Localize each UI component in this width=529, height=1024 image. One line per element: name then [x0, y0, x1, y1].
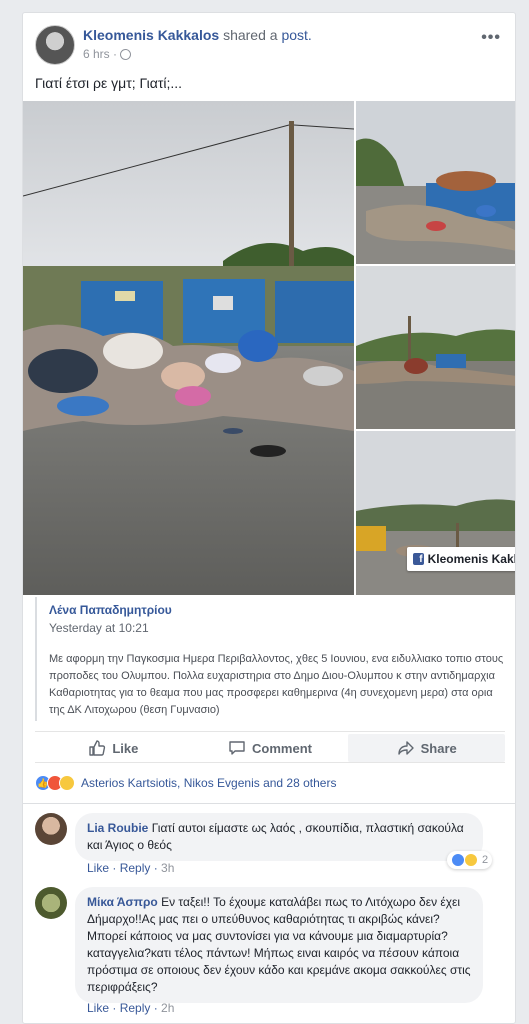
reactions-summary[interactable]: 👍 Asterios Kartsiotis, Nikos Evgenis and… — [35, 775, 336, 791]
comment-links: Like · Reply · 3h — [87, 861, 175, 875]
post-text: Γιατί έτσι ρε γμτ; Γιατί;... — [35, 75, 183, 91]
comment-label: Comment — [252, 740, 312, 756]
post-headline: Kleomenis Kakkalos shared a post. — [83, 27, 312, 43]
comment-reply-link[interactable]: Reply — [120, 1001, 151, 1015]
post-actions: Like Comment Share — [35, 731, 506, 763]
comment-time[interactable]: 2h — [161, 1001, 174, 1015]
main-photo[interactable] — [23, 101, 354, 595]
like-label: Like — [112, 740, 139, 756]
comment-reply-link[interactable]: Reply — [120, 861, 151, 875]
photo-2[interactable] — [356, 101, 515, 264]
share-label: Share — [420, 740, 457, 756]
more-options-icon[interactable]: ••• — [481, 29, 501, 47]
post-time[interactable]: 6 hrs · — [83, 47, 117, 61]
shared-post-time[interactable]: Yesterday at 10:21 — [49, 621, 149, 635]
author-name[interactable]: Kleomenis Kakkalos — [83, 27, 219, 43]
share-button[interactable]: Share — [348, 734, 506, 762]
comment-reaction-count: 2 — [482, 854, 489, 866]
divider — [23, 803, 515, 804]
post-card: Kleomenis Kakkalos shared a post. 6 hrs … — [22, 12, 516, 1024]
comment-links: Like · Reply · 2h — [87, 1001, 175, 1015]
comment-button[interactable]: Comment — [192, 734, 349, 762]
comment: Lia Roubie Γιατί αυτοι είμαστε ως λαός ,… — [35, 813, 505, 877]
like-reaction-icon — [451, 853, 465, 867]
photo-tag[interactable]: f Kleomenis Kakka — [407, 547, 515, 571]
facebook-icon: f — [413, 553, 424, 565]
post-header: Kleomenis Kakkalos shared a post. 6 hrs … — [35, 23, 505, 67]
reaction-icons: 👍 — [35, 775, 75, 791]
commenter-name[interactable]: Lia Roubie — [87, 821, 148, 835]
shared-post: Λένα Παπαδημητρίου Yesterday at 10:21 Με… — [35, 597, 505, 721]
comment-like-link[interactable]: Like — [87, 861, 109, 875]
commenter-avatar[interactable] — [35, 887, 67, 919]
commenter-avatar[interactable] — [35, 813, 67, 845]
author-avatar[interactable] — [35, 25, 75, 65]
comment-bubble: Μίκα Άσπρο Εν ταξει!! Το έχουμε καταλάβε… — [75, 887, 483, 1003]
globe-icon[interactable] — [120, 48, 132, 60]
sad-reaction-icon — [59, 775, 75, 791]
comment: Μίκα Άσπρο Εν ταξει!! Το έχουμε καταλάβε… — [35, 887, 505, 1017]
thumbs-up-icon — [89, 740, 106, 756]
comment-time[interactable]: 3h — [161, 861, 174, 875]
share-arrow-icon — [397, 741, 414, 755]
photo-3[interactable] — [356, 266, 515, 429]
commenter-name[interactable]: Μίκα Άσπρο — [87, 895, 158, 909]
shared-post-link[interactable]: post. — [281, 27, 311, 43]
comment-reactions[interactable]: 2 — [447, 851, 493, 869]
reactions-names[interactable]: Asterios Kartsiotis, Nikos Evgenis and 2… — [81, 776, 336, 790]
shared-author-name[interactable]: Λένα Παπαδημητρίου — [49, 603, 172, 617]
post-action-text: shared a — [223, 27, 278, 43]
comment-like-link[interactable]: Like — [87, 1001, 109, 1015]
shared-post-text: Με αφορμη την Παγκοσμια Ημερα Περιβαλλον… — [49, 653, 504, 716]
like-button[interactable]: Like — [35, 734, 192, 762]
comment-text: Εν ταξει!! Το έχουμε καταλάβει πως το Λι… — [87, 895, 471, 994]
comment-bubble-icon — [229, 741, 245, 755]
comment-bubble: Lia Roubie Γιατί αυτοι είμαστε ως λαός ,… — [75, 813, 483, 861]
sad-reaction-icon — [464, 853, 478, 867]
photo-tag-label: Kleomenis Kakka — [427, 552, 515, 566]
post-meta: 6 hrs · — [83, 47, 132, 61]
